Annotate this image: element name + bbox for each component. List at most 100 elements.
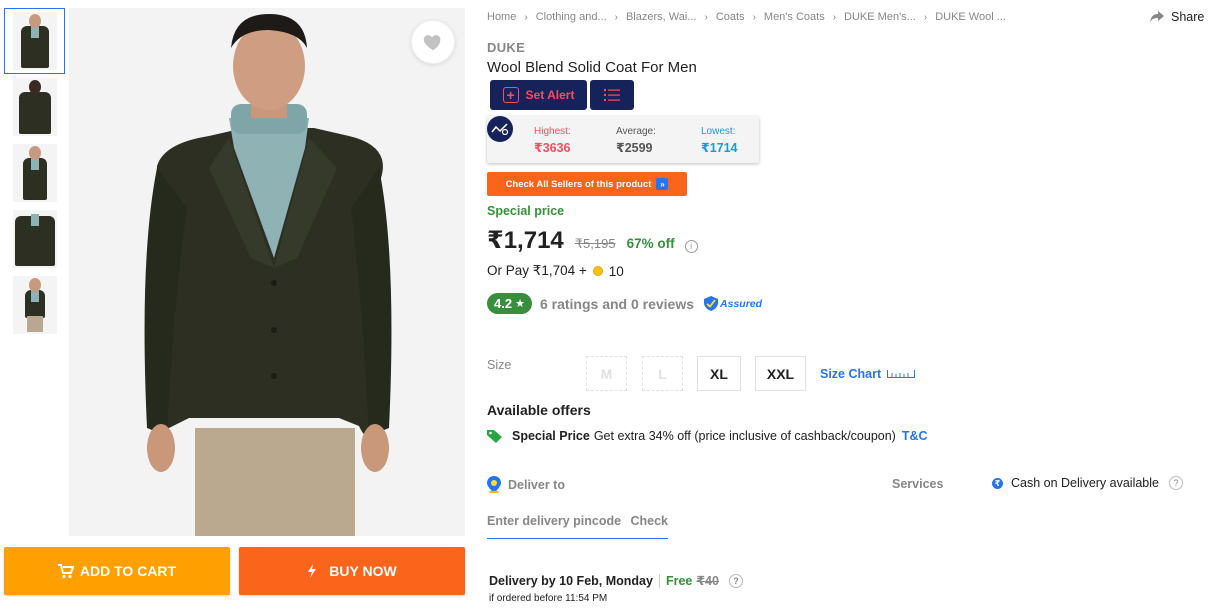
size-chart-link[interactable]: Size Chart [820,367,916,381]
size-chart-label: Size Chart [820,367,882,381]
chevron-right-icon: › [832,11,837,23]
assured-badge: Assured [704,296,762,311]
thumbnail-image [12,276,57,334]
pincode-field: Check [487,514,668,539]
thumbnail-4[interactable] [4,206,65,272]
offer-text: Get extra 34% off (price inclusive of ca… [593,429,896,443]
location-pin-icon [487,476,501,493]
share-label: Share [1171,10,1205,24]
deliver-to-label: Deliver to [508,477,565,492]
rating-score: 4.2 [494,296,513,311]
offers-title: Available offers [487,402,591,418]
or-pay-text: Or Pay ₹1,704 + [487,263,587,278]
product-brand: DUKE [487,40,526,55]
average-price: Average: ₹2599 [616,126,656,155]
size-label: Size [487,358,512,372]
breadcrumb: Home › Clothing and... › Blazers, Wai...… [487,11,1006,23]
chevron-right-icon: › [614,11,618,23]
services-label: Services [892,477,944,491]
size-option-xxl[interactable]: XXL [755,356,806,391]
product-title: Wool Blend Solid Coat For Men [487,59,697,76]
cod-label: Cash on Delivery available [1011,476,1159,490]
highest-price: Highest: ₹3636 [534,126,571,155]
special-price-label: Special price [487,204,565,218]
supercoin-icon [592,266,603,276]
help-icon[interactable]: ? [1169,476,1183,490]
thumbnail-3[interactable] [4,140,65,206]
offer-tag-icon [487,430,502,443]
add-to-cart-button[interactable]: ADD TO CART [4,547,230,595]
rating-row: 4.2 ★ 6 ratings and 0 reviews Assured [487,293,762,314]
tracker-logo-icon [487,116,513,142]
assured-shield-icon [704,296,719,311]
check-sellers-label: Check All Sellers of this product [505,178,652,190]
thumbnail-5[interactable] [4,272,65,338]
delivery-free: Free [665,573,693,588]
info-icon[interactable]: i [684,239,698,253]
set-alert-button[interactable]: + Set Alert [490,80,587,110]
delivery-date: Delivery by 10 Feb, Monday [489,573,653,588]
highest-label: Highest: [534,126,571,137]
lowest-value: ₹1714 [701,141,738,155]
deliver-to: Deliver to [487,476,565,493]
chevron-right-icon: › [752,11,756,23]
check-sellers-button[interactable]: Check All Sellers of this product » [487,172,687,196]
plus-icon: + [502,87,519,103]
divider [658,573,660,588]
offer-type: Special Price [512,429,590,443]
offer-item: Special Price Get extra 34% off (price i… [487,429,928,443]
help-icon[interactable]: ? [728,573,743,588]
breadcrumb-item[interactable]: Coats [716,11,745,23]
set-alert-label: Set Alert [525,88,575,102]
thumbnail-1[interactable] [4,8,65,74]
size-option-l: L [642,356,683,391]
chevron-right-icon: › [923,11,928,23]
average-value: ₹2599 [616,141,653,155]
star-icon: ★ [515,298,525,310]
wishlist-button[interactable] [411,20,455,64]
share-button[interactable]: Share [1150,10,1204,24]
price-history-button[interactable] [590,80,634,110]
lightning-icon [308,564,317,578]
breadcrumb-item[interactable]: Clothing and... [536,11,607,23]
buy-now-label: BUY NOW [329,563,397,579]
thumbnail-image [12,12,57,70]
pay-with-coins: Or Pay ₹1,704 + 10 [487,263,624,279]
current-price: ₹1,714 [487,227,564,254]
price-history-card: Highest: ₹3636 Average: ₹2599 Lowest: ₹1… [487,116,759,163]
thumbnail-list [4,8,66,338]
breadcrumb-item[interactable]: Men's Coats [764,11,825,23]
assured-label: Assured [720,297,763,310]
average-label: Average: [616,126,656,137]
chevron-right-icon: › [524,11,528,23]
thumbnail-image [12,144,57,202]
cart-icon [57,563,74,578]
share-icon [1150,11,1164,22]
check-button[interactable]: Check [630,514,668,528]
size-option-m: M [586,356,627,391]
breadcrumb-item[interactable]: Home [487,11,516,23]
lowest-price: Lowest: ₹1714 [701,126,738,155]
ratings-count[interactable]: 6 ratings and 0 reviews [540,296,694,312]
thumbnail-image [12,210,57,268]
fast-forward-icon: » [656,178,669,190]
breadcrumb-item[interactable]: DUKE Wool ... [935,11,1006,23]
pincode-input[interactable] [487,514,622,528]
heart-icon [423,35,441,51]
thumbnail-2[interactable] [4,74,65,140]
rating-badge[interactable]: 4.2 ★ [487,293,532,314]
size-option-xl[interactable]: XL [697,356,741,391]
cod-info: ₹ Cash on Delivery available ? [992,476,1183,490]
price-row: ₹1,714 ₹5,195 67% off i [487,226,698,255]
terms-link[interactable]: T&C [902,429,928,443]
buy-now-button[interactable]: BUY NOW [239,547,465,595]
coins-value: 10 [608,263,624,279]
product-image[interactable] [69,8,465,536]
add-to-cart-label: ADD TO CART [79,563,177,579]
order-before-text: if ordered before 11:54 PM [489,593,608,604]
breadcrumb-item[interactable]: Blazers, Wai... [626,11,697,23]
highest-value: ₹3636 [534,141,571,155]
breadcrumb-item[interactable]: DUKE Men's... [844,11,916,23]
delivery-info: Delivery by 10 Feb, Monday Free ₹40 ? [489,573,743,588]
lowest-label: Lowest: [701,126,736,137]
